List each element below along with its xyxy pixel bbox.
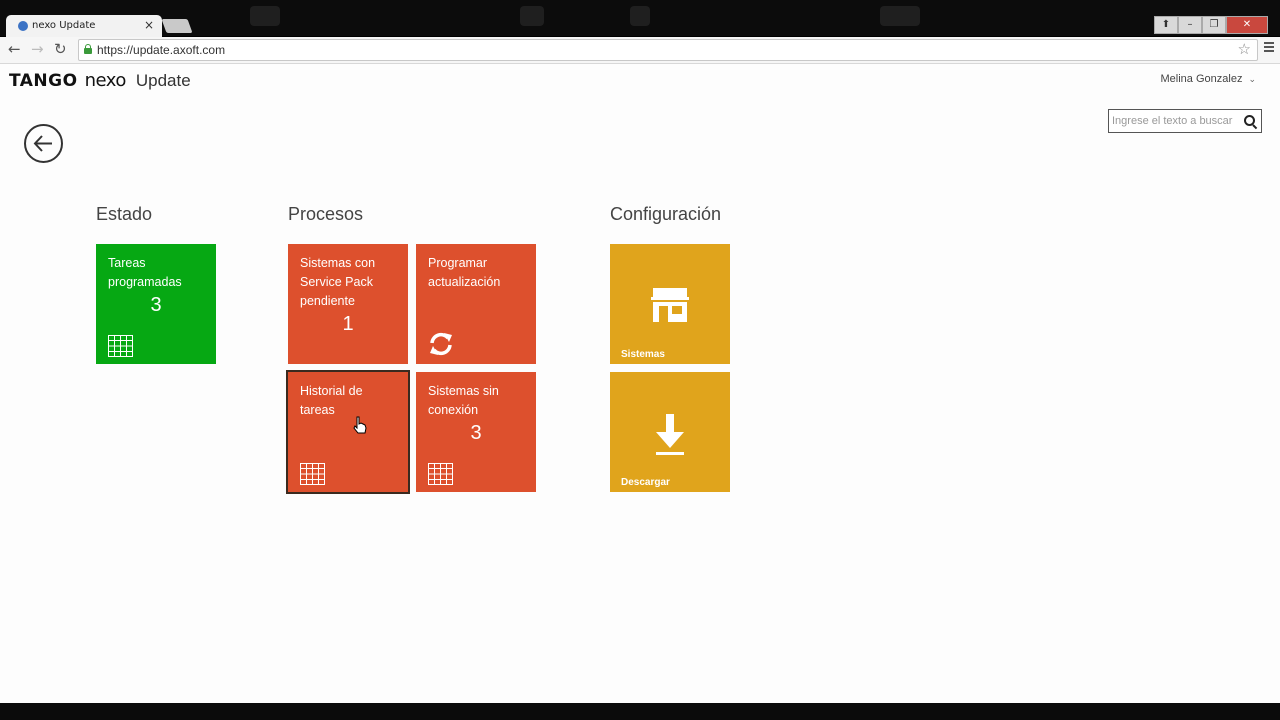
tile-count: 3	[150, 294, 162, 316]
tile-label: Tareas programadas	[108, 256, 182, 289]
user-name: Melina Gonzalez	[1160, 73, 1243, 85]
browser-navbar: ← → ↻ https://update.axoft.com ☆	[0, 37, 1280, 64]
tile-count: 1	[342, 313, 354, 335]
grid-icon	[300, 463, 325, 485]
url-text: https://update.axoft.com	[97, 43, 226, 57]
tile-tareas-programadas[interactable]: Tareas programadas 3	[96, 244, 216, 364]
tile-label: Sistemas	[621, 349, 665, 360]
favicon-icon	[18, 21, 28, 31]
bottom-bar	[0, 703, 1280, 720]
window-minimize-button[interactable]: –	[1178, 16, 1202, 34]
app-name: Update	[135, 71, 191, 90]
section-title-configuracion: Configuración	[610, 204, 722, 224]
logo-nexo: nexo	[84, 70, 127, 91]
bookmark-star-icon[interactable]: ☆	[1238, 40, 1251, 58]
tile-count: 3	[470, 422, 482, 444]
refresh-icon	[430, 332, 452, 356]
background-blur	[250, 6, 280, 26]
section-title-estado: Estado	[96, 204, 153, 224]
window-controls: ⬆ – ❐ ✕	[1154, 16, 1268, 34]
new-tab-button[interactable]	[161, 19, 193, 33]
window-up-button[interactable]: ⬆	[1154, 16, 1178, 34]
tile-sistemas-sin-conexion[interactable]: Sistemas sin conexión 3	[416, 372, 536, 492]
user-menu[interactable]: Melina Gonzalez ⌄	[1161, 73, 1256, 85]
section-title-procesos: Procesos	[288, 204, 364, 224]
reload-icon[interactable]: ↻	[54, 40, 67, 58]
back-arrow-icon[interactable]: ←	[8, 40, 21, 58]
tile-historial-de-tareas[interactable]: Historial de tareas	[286, 370, 410, 494]
browser-tab[interactable]: nexo Update ×	[6, 15, 162, 37]
tile-sistemas[interactable]: Sistemas	[610, 244, 730, 364]
back-button[interactable]	[24, 124, 63, 163]
tab-close-icon[interactable]: ×	[144, 18, 154, 32]
chevron-down-icon: ⌄	[1248, 74, 1256, 84]
download-icon	[656, 414, 684, 455]
browser-menu-icon[interactable]	[1264, 42, 1274, 54]
address-bar[interactable]: https://update.axoft.com ☆	[78, 39, 1258, 61]
hand-cursor-icon	[353, 416, 367, 434]
browser-titlebar: nexo Update × ⬆ – ❐ ✕	[0, 0, 1280, 37]
background-blur	[520, 6, 544, 26]
tile-label: Descargar	[621, 477, 670, 488]
lock-icon	[84, 44, 92, 54]
logo-tango: TANGO	[9, 71, 78, 91]
search-box	[1108, 109, 1262, 133]
tile-programar-actualizacion[interactable]: Programar actualización	[416, 244, 536, 364]
window-close-button[interactable]: ✕	[1226, 16, 1268, 34]
window-restore-button[interactable]: ❐	[1202, 16, 1226, 34]
search-icon[interactable]	[1244, 115, 1255, 126]
page-content: TANGO nexo Update Melina Gonzalez ⌄ Estad…	[0, 64, 1280, 703]
tile-descargar[interactable]: Descargar	[610, 372, 730, 492]
background-blur	[630, 6, 650, 26]
grid-icon	[108, 335, 133, 357]
background-blur	[880, 6, 920, 26]
tile-service-pack-pendiente[interactable]: Sistemas con Service Pack pendiente 1	[288, 244, 408, 364]
arrow-left-icon	[33, 135, 52, 152]
tab-title: nexo Update	[32, 20, 96, 31]
forward-arrow-icon[interactable]: →	[31, 40, 44, 58]
logo[interactable]: TANGO nexo Update	[9, 70, 191, 91]
search-input[interactable]	[1112, 113, 1238, 129]
store-icon	[651, 288, 689, 322]
grid-icon	[428, 463, 453, 485]
tile-label: Programar actualización	[428, 256, 501, 289]
tile-label: Historial de tareas	[300, 384, 363, 417]
tile-label: Sistemas con Service Pack pendiente	[300, 256, 376, 308]
tile-label: Sistemas sin conexión	[428, 384, 499, 417]
